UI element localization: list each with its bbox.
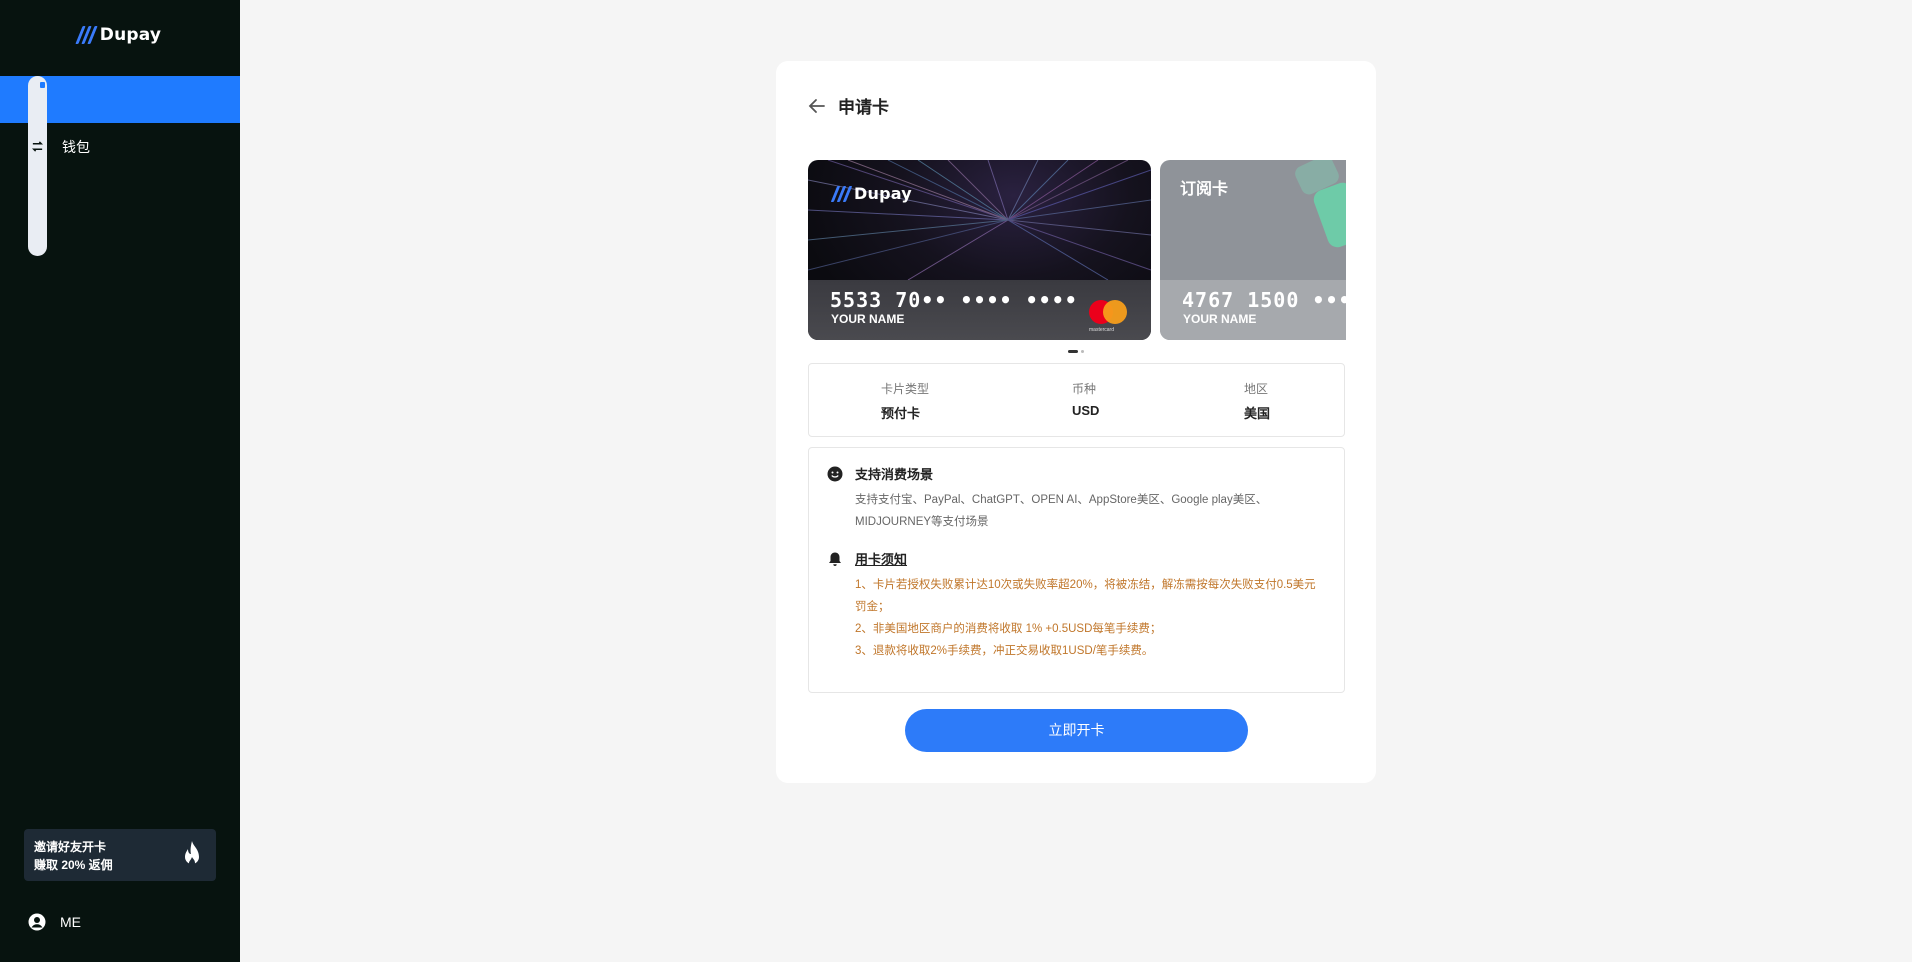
sidebar-item-wallet[interactable]: 钱包 [0,123,240,170]
sidebar-item-card[interactable]: 卡 [0,76,240,256]
scenes-body: 支持支付宝、PayPal、ChatGPT、OPEN AI、AppStore美区、… [855,494,1268,528]
notice-title[interactable]: 用卡须知 [855,549,907,568]
mastercard-logo-icon: mastercard [1089,300,1129,334]
fire-icon [185,841,199,866]
back-arrow-icon[interactable] [808,97,826,115]
info-label: 币种 [1072,382,1097,396]
card-brand-name: Dupay [854,184,912,203]
sidebar: Dupay 卡 钱包 邀请好友开卡 赚取 20% 返佣 ME [0,0,240,962]
info-label: 地区 [1244,382,1269,396]
card-details-box: 支持消费场景 支持支付宝、PayPal、ChatGPT、OPEN AI、AppS… [808,447,1345,693]
notice-body: 1、卡片若授权失败累计达10次或失败率超20%，将被冻结，解冻需按每次失败支付0… [855,574,1327,662]
card-background-art [808,160,1151,280]
apply-card-panel: 申请卡 Dupay 5533 70•• •••• •••• YOUR NAME … [776,61,1376,783]
card-number: 4767 1500 •••• •••• [1182,288,1346,312]
carousel-dot-1[interactable] [1068,350,1078,353]
info-value: USD [1072,403,1100,418]
smile-icon [827,466,843,481]
dupay-logo-icon [75,26,98,44]
card-number: 5533 70•• •••• •••• [830,288,1078,312]
notice-section: 用卡须知 1、卡片若授权失败累计达10次或失败率超20%，将被冻结，解冻需按每次… [827,549,1327,662]
scenes-title: 支持消费场景 [855,467,934,482]
card-brand: Dupay [830,184,912,203]
bell-icon [829,552,841,566]
info-value: 预付卡 [881,406,921,421]
notice-item: 2、非美国地区商户的消费将收取 1% +0.5USD每笔手续费； [855,623,1162,635]
info-currency: 币种 USD [1072,380,1099,418]
carousel-pagination [1068,350,1084,353]
wallet-transfer-icon [28,137,47,156]
me-label: ME [60,914,81,930]
scenes-section: 支持消费场景 支持支付宝、PayPal、ChatGPT、OPEN AI、AppS… [827,464,1327,533]
invite-banner[interactable]: 邀请好友开卡 赚取 20% 返佣 [24,829,216,881]
user-circle-icon [28,913,46,931]
profile-me[interactable]: ME [28,913,81,931]
dupay-logo-icon [830,185,853,202]
page-title: 申请卡 [838,98,889,117]
card-holder-name: YOUR NAME [1183,312,1257,326]
brand-name: Dupay [99,25,162,45]
notice-item: 3、退款将收取2%手续费，冲正交易收取1USD/笔手续费。 [855,645,1154,657]
card-dupay-prepaid[interactable]: Dupay 5533 70•• •••• •••• YOUR NAME mast… [808,160,1151,340]
carousel-dot-2[interactable] [1081,350,1084,353]
card-info-box: 卡片类型 预付卡 币种 USD 地区 美国 [808,363,1345,437]
card-holder-name: YOUR NAME [831,312,905,326]
info-region: 地区 美国 [1244,380,1270,422]
open-card-button[interactable]: 立即开卡 [905,709,1248,752]
card-subscription[interactable]: 订阅卡 4767 1500 •••• •••• YOUR NAME [1160,160,1346,340]
info-value: 美国 [1244,406,1271,421]
info-card-type: 卡片类型 预付卡 [881,380,929,422]
sidebar-item-label: 钱包 [62,138,90,155]
notice-item: 1、卡片若授权失败累计达10次或失败率超20%，将被冻结，解冻需按每次失败支付0… [855,579,1316,613]
card-carousel[interactable]: Dupay 5533 70•• •••• •••• YOUR NAME mast… [808,160,1346,340]
brand-logo[interactable]: Dupay [0,25,240,45]
panel-header: 申请卡 [808,93,889,118]
info-label: 卡片类型 [881,382,930,396]
card-title: 订阅卡 [1180,181,1229,198]
